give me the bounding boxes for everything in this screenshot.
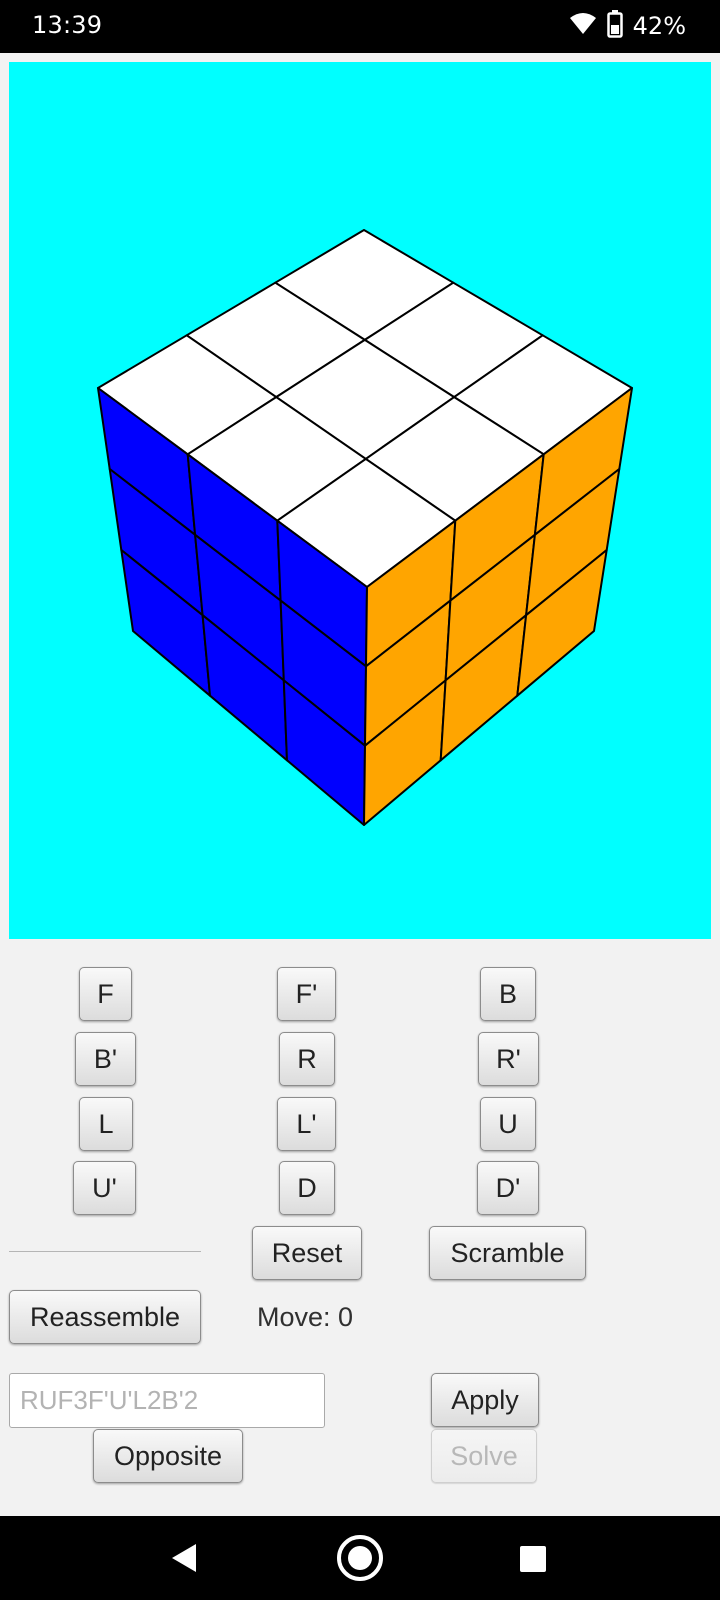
divider [9,1251,201,1252]
rubiks-cube[interactable] [9,62,711,939]
opposite-button[interactable]: Opposite [93,1429,243,1483]
status-icons: 42% [569,9,686,43]
apply-button[interactable]: Apply [431,1373,539,1427]
move-l-button[interactable]: L [79,1097,133,1151]
move-b-button[interactable]: B [480,967,536,1021]
solve-button[interactable]: Solve [431,1429,537,1483]
move-u-button[interactable]: U [480,1097,536,1151]
scramble-button[interactable]: Scramble [429,1226,586,1280]
reset-button[interactable]: Reset [252,1226,362,1280]
move-f-prime-button[interactable]: F' [277,967,336,1021]
move-l-prime-button[interactable]: L' [277,1097,336,1151]
move-b-prime-button[interactable]: B' [75,1032,136,1086]
navigation-bar [0,1516,720,1600]
move-counter: Move: 0 [257,1302,354,1332]
battery-icon [606,9,623,43]
status-bar: 13:39 42% [0,0,720,53]
move-r-button[interactable]: R [279,1032,335,1086]
move-d-button[interactable]: D [279,1161,335,1215]
move-u-prime-button[interactable]: U' [73,1161,136,1215]
reassemble-button[interactable]: Reassemble [9,1290,201,1344]
back-icon[interactable] [170,1542,200,1579]
move-sequence-input[interactable] [9,1373,325,1428]
home-icon[interactable] [336,1534,384,1587]
move-f-button[interactable]: F [79,967,132,1021]
status-time: 13:39 [32,11,103,39]
recents-icon[interactable] [519,1545,547,1578]
wifi-icon [569,12,597,41]
move-r-prime-button[interactable]: R' [478,1032,539,1086]
cube-viewport[interactable] [9,62,711,939]
move-d-prime-button[interactable]: D' [477,1161,539,1215]
battery-percentage: 42% [632,12,686,40]
